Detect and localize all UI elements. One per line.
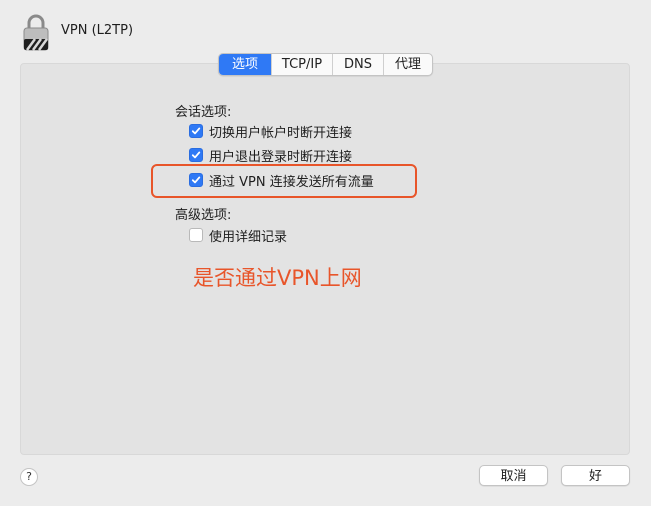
help-button[interactable]: ? [20,468,38,486]
vpn-settings-window: VPN (L2TP) 选项 TCP/IP DNS 代理 会话选项: 切换用户帐户… [0,0,651,506]
tab-tcpip[interactable]: TCP/IP [271,54,332,75]
session-options-heading: 会话选项: [175,105,232,120]
window-header: VPN (L2TP) [0,0,651,60]
checkbox-disconnect-logout[interactable] [189,148,203,162]
lock-icon [23,14,49,51]
cancel-button[interactable]: 取消 [479,465,548,486]
tab-options[interactable]: 选项 [219,54,271,75]
window-title: VPN (L2TP) [61,23,134,38]
tab-bar: 选项 TCP/IP DNS 代理 [218,53,433,76]
checkbox-row-verbose-logging[interactable]: 使用详细记录 [189,226,288,245]
checkbox-label: 切换用户帐户时断开连接 [209,125,353,141]
tab-dns[interactable]: DNS [332,54,383,75]
checkbox-row-disconnect-switch-user[interactable]: 切换用户帐户时断开连接 [189,122,353,141]
checkbox-disconnect-switch-user[interactable] [189,124,203,138]
checkbox-label: 用户退出登录时断开连接 [209,149,353,165]
checkmark-icon [191,151,201,159]
highlight-box [151,164,417,198]
tab-proxy[interactable]: 代理 [383,54,432,75]
checkmark-icon [191,127,201,135]
advanced-options-heading: 高级选项: [175,208,232,223]
checkbox-label: 使用详细记录 [209,229,288,245]
annotation-text: 是否通过VPN上网 [193,266,362,290]
checkbox-verbose-logging[interactable] [189,228,203,242]
ok-button[interactable]: 好 [561,465,630,486]
checkbox-row-disconnect-logout[interactable]: 用户退出登录时断开连接 [189,146,353,165]
